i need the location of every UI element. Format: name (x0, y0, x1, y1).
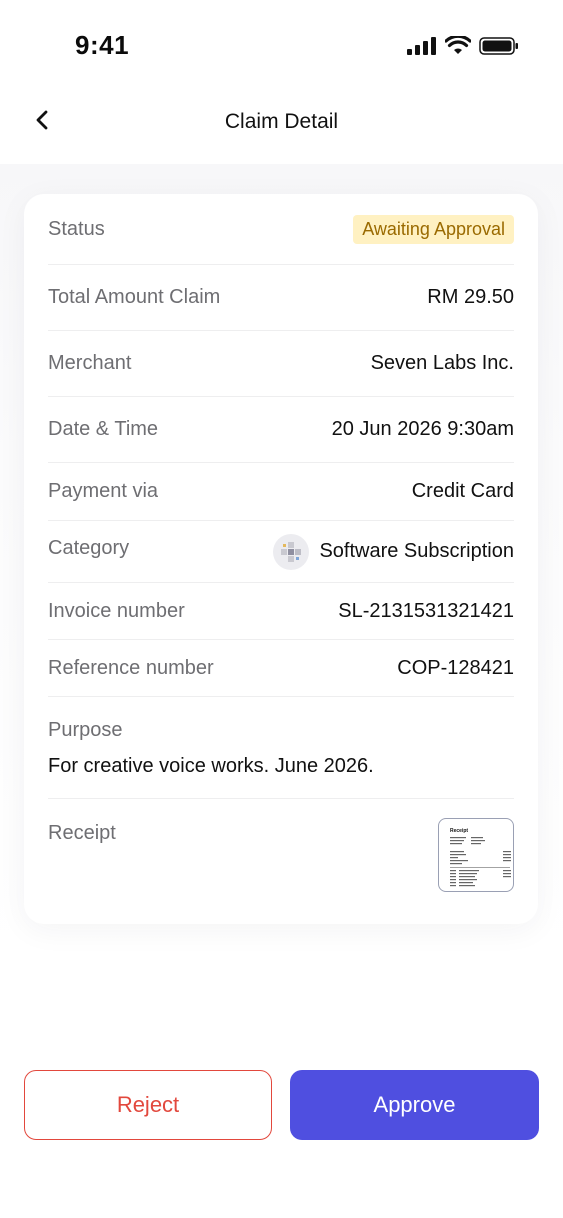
page-title: Claim Detail (224, 110, 339, 133)
invoice-row: Invoice number SL-2131531321421 (48, 583, 514, 640)
status-row: Status Awaiting Approval (48, 194, 514, 265)
purpose-label: Purpose (48, 719, 123, 741)
datetime-label: Date & Time (48, 418, 159, 440)
approve-button[interactable]: Approve (290, 1070, 539, 1140)
purpose-text: For creative voice works. June 2026. (48, 755, 374, 777)
receipt-label: Receipt (48, 822, 116, 844)
signal-icon (407, 37, 437, 60)
claim-detail-card: Status Awaiting Approval Total Amount Cl… (24, 194, 538, 924)
category-value: Software Subscription (319, 540, 514, 562)
category-row: Category Software Subscription (48, 521, 514, 583)
category-value-wrap: Software Subscription (273, 533, 514, 570)
top-nav-bar: Claim Detail (0, 90, 563, 164)
reference-value: COP-128421 (397, 656, 514, 679)
receipt-thumb-title: Receipt (450, 828, 468, 834)
datetime-value: 20 Jun 2026 9:30am (331, 418, 514, 440)
amount-label: Total Amount Claim (48, 286, 221, 308)
reference-row: Reference number COP-128421 (48, 640, 514, 697)
status-icons (407, 34, 519, 61)
merchant-label: Merchant (48, 352, 132, 374)
status-badge: Awaiting Approval (353, 214, 514, 244)
status-bar: 9:41 (0, 0, 563, 90)
receipt-thumbnail[interactable]: Receipt (438, 818, 514, 892)
status-time: 9:41 (75, 30, 130, 60)
merchant-value: Seven Labs Inc. (370, 352, 514, 374)
wifi-icon (444, 34, 472, 61)
payment-value: Credit Card (411, 480, 514, 502)
merchant-row: Merchant Seven Labs Inc. (48, 331, 514, 397)
amount-row: Total Amount Claim RM 29.50 (48, 265, 514, 331)
payment-row: Payment via Credit Card (48, 463, 514, 521)
reject-button[interactable]: Reject (24, 1070, 272, 1140)
datetime-row: Date & Time 20 Jun 2026 9:30am (48, 397, 514, 463)
amount-value: RM 29.50 (427, 286, 514, 308)
category-label: Category (48, 537, 130, 559)
invoice-value: SL-2131531321421 (338, 599, 514, 622)
software-icon (273, 533, 310, 570)
battery-icon (479, 36, 519, 61)
invoice-label: Invoice number (48, 599, 185, 622)
purpose-block: Purpose For creative voice works. June 2… (48, 697, 514, 799)
status-label: Status (48, 217, 105, 240)
payment-label: Payment via (48, 480, 159, 502)
reference-label: Reference number (48, 656, 214, 679)
